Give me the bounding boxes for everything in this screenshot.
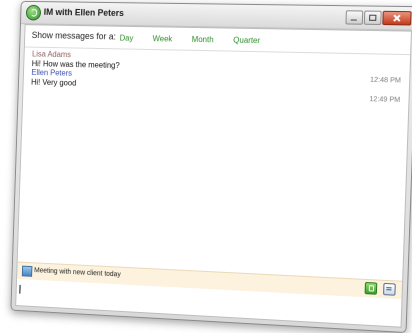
filter-week-link[interactable]: Week [152, 34, 172, 43]
window-title: IM with Ellen Peters [43, 7, 125, 18]
chat-app-icon [25, 4, 42, 21]
attach-file-icon[interactable] [364, 281, 378, 295]
filter-label: Show messages for a: [31, 30, 117, 42]
message-time: 12:49 PM [369, 96, 401, 104]
status-tools [358, 281, 396, 296]
im-window: IM with Ellen Peters Show messages for a… [10, 0, 412, 333]
window-controls [344, 10, 412, 26]
filter-month-link[interactable]: Month [192, 35, 214, 44]
im-content: Show messages for a: Day Week Month Quar… [15, 24, 412, 328]
status-message-text: Meeting with new client today [34, 267, 121, 279]
maximize-button[interactable] [363, 10, 382, 26]
note-icon [21, 265, 33, 277]
message-history[interactable]: Lisa Adams Hi! How was the meeting? 12:4… [17, 47, 411, 282]
filter-day-link[interactable]: Day [120, 34, 134, 43]
minimize-button[interactable] [345, 10, 364, 25]
filter-quarter-link[interactable]: Quarter [233, 36, 260, 45]
filter-links: Day Week Month Quarter [120, 34, 281, 46]
close-button[interactable] [382, 10, 412, 26]
history-icon[interactable] [383, 282, 396, 296]
stage: IM with Ellen Peters Show messages for a… [0, 0, 412, 333]
